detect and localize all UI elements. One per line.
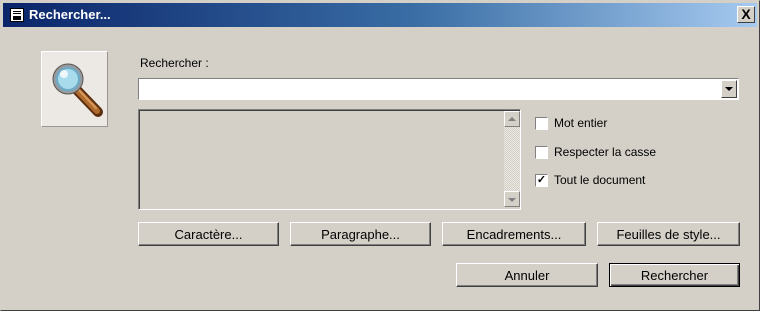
- triangle-down-icon: [725, 87, 733, 91]
- character-button[interactable]: Caractère...: [138, 222, 279, 246]
- find-dialog: Rechercher... X Rechercher : Mot entier …: [0, 0, 760, 311]
- whole-word-checkbox[interactable]: [535, 117, 548, 130]
- scroll-up-button[interactable]: [504, 111, 520, 127]
- app-document-icon: [10, 8, 24, 22]
- match-case-checkbox[interactable]: [535, 146, 548, 159]
- whole-document-label: Tout le document: [554, 173, 646, 187]
- search-input[interactable]: [140, 80, 722, 96]
- title-bar[interactable]: Rechercher... X: [3, 3, 757, 27]
- window-title: Rechercher...: [29, 7, 111, 22]
- triangle-down-icon: [508, 198, 516, 202]
- match-case-label: Respecter la casse: [554, 145, 657, 159]
- paragraph-button[interactable]: Paragraphe...: [290, 222, 431, 246]
- search-label: Rechercher :: [140, 56, 209, 70]
- whole-word-label: Mot entier: [554, 116, 608, 130]
- cancel-button[interactable]: Annuler: [456, 263, 598, 287]
- search-history-dropdown-button[interactable]: [721, 80, 737, 98]
- results-list[interactable]: [138, 109, 521, 210]
- magnifying-glass-icon: [52, 63, 103, 117]
- style-sheets-button[interactable]: Feuilles de style...: [597, 222, 740, 246]
- close-button[interactable]: X: [737, 6, 755, 23]
- whole-document-checkbox[interactable]: ✓: [535, 174, 548, 187]
- search-button[interactable]: Rechercher: [609, 263, 740, 287]
- scroll-down-button[interactable]: [504, 191, 520, 207]
- search-illustration-icon: [41, 51, 108, 127]
- search-combobox[interactable]: [138, 78, 739, 100]
- frames-button[interactable]: Encadrements...: [442, 222, 586, 246]
- results-scrollbar[interactable]: [504, 111, 520, 207]
- triangle-up-icon: [508, 117, 516, 121]
